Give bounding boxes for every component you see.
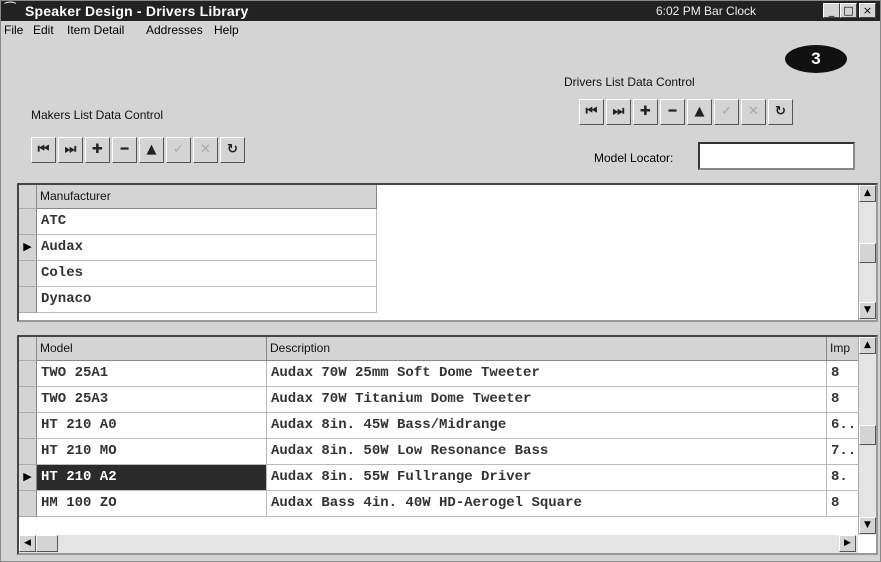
drivers-data-control: ⏮ ⏭ ✚ ━ ▲ ✓ ✕ ↻ xyxy=(579,99,793,127)
model-header[interactable]: Model xyxy=(37,337,267,361)
cancel-icon[interactable]: ✕ xyxy=(193,137,218,163)
model-locator-label: Model Locator: xyxy=(594,151,674,165)
app-window: ⁀ Speaker Design - Drivers Library 6:02 … xyxy=(0,0,881,562)
scroll-thumb[interactable] xyxy=(859,425,876,445)
cancel-icon[interactable]: ✕ xyxy=(741,99,766,125)
list-item[interactable]: ATC xyxy=(37,209,377,235)
drivers-vertical-scrollbar[interactable]: ▲ ▼ xyxy=(858,337,876,535)
last-record-icon[interactable]: ⏭ xyxy=(606,99,631,125)
scroll-up-icon[interactable]: ▲ xyxy=(859,337,876,354)
first-record-icon[interactable]: ⏮ xyxy=(579,99,604,125)
scroll-thumb[interactable] xyxy=(859,243,876,263)
table-cell-imp[interactable]: 8 xyxy=(827,387,860,413)
row-selector[interactable] xyxy=(19,261,37,287)
table-cell-model[interactable]: HT 210 MO xyxy=(37,439,267,465)
row-selector[interactable]: ▶ xyxy=(19,465,37,491)
row-selector[interactable] xyxy=(19,387,37,413)
table-cell-model[interactable]: TWO 25A3 xyxy=(37,387,267,413)
delete-icon[interactable]: ━ xyxy=(112,137,137,163)
table-cell-model[interactable]: TWO 25A1 xyxy=(37,361,267,387)
drivers-grid: Model Description Imp TWO 25A1 Audax 70W… xyxy=(17,335,878,555)
drivers-horizontal-scrollbar[interactable]: ◀ ▶ xyxy=(19,535,858,553)
row-selector[interactable]: ▶ xyxy=(19,235,37,261)
makers-data-control: ⏮ ⏭ ✚ ━ ▲ ✓ ✕ ↻ xyxy=(31,137,245,165)
table-cell-description[interactable]: Audax 70W 25mm Soft Dome Tweeter xyxy=(267,361,827,387)
check-icon[interactable]: ✓ xyxy=(714,99,739,125)
scroll-left-icon[interactable]: ◀ xyxy=(19,535,36,552)
table-cell-imp[interactable]: 8 xyxy=(827,491,860,517)
list-item[interactable]: Dynaco xyxy=(37,287,377,313)
description-header[interactable]: Description xyxy=(267,337,827,361)
imp-header[interactable]: Imp xyxy=(827,337,860,361)
app-icon[interactable]: ⁀ xyxy=(5,3,15,18)
makers-grid: Manufacturer ATC ▶ Audax Coles Dynaco ▲ … xyxy=(17,183,878,322)
window-title: Speaker Design - Drivers Library xyxy=(25,3,249,19)
minimize-button[interactable]: _ xyxy=(823,3,840,18)
row-selector[interactable] xyxy=(19,209,37,235)
row-selector[interactable] xyxy=(19,287,37,313)
horizontal-scroll-thumb[interactable] xyxy=(36,535,58,552)
menu-bar: File Edit Item Detail Addresses Help xyxy=(1,21,880,41)
menu-file[interactable]: File xyxy=(4,23,23,37)
table-cell-imp[interactable]: 8 xyxy=(827,361,860,387)
row-selector[interactable] xyxy=(19,439,37,465)
delete-icon[interactable]: ━ xyxy=(660,99,685,125)
scroll-down-icon[interactable]: ▼ xyxy=(859,517,876,534)
table-cell-description[interactable]: Audax 70W Titanium Dome Tweeter xyxy=(267,387,827,413)
grid-corner xyxy=(19,337,37,361)
table-cell-model[interactable]: HT 210 A0 xyxy=(37,413,267,439)
model-locator-input[interactable] xyxy=(698,142,855,170)
table-cell-imp[interactable]: 8. xyxy=(827,465,860,491)
menu-item-detail[interactable]: Item Detail xyxy=(67,23,124,37)
refresh-icon[interactable]: ↻ xyxy=(220,137,245,163)
list-item[interactable]: Audax xyxy=(37,235,377,261)
last-record-icon[interactable]: ⏭ xyxy=(58,137,83,163)
table-cell-imp[interactable]: 6.. xyxy=(827,413,860,439)
makers-vertical-scrollbar[interactable]: ▲ ▼ xyxy=(858,185,876,320)
row-selector[interactable] xyxy=(19,413,37,439)
title-bar[interactable]: ⁀ Speaker Design - Drivers Library 6:02 … xyxy=(1,1,880,21)
scroll-up-icon[interactable]: ▲ xyxy=(859,185,876,202)
drivers-control-label: Drivers List Data Control xyxy=(564,75,695,89)
first-record-icon[interactable]: ⏮ xyxy=(31,137,56,163)
maximize-button[interactable]: □ xyxy=(840,3,857,18)
refresh-icon[interactable]: ↻ xyxy=(768,99,793,125)
step-badge: 3 xyxy=(785,45,847,73)
add-icon[interactable]: ✚ xyxy=(85,137,110,163)
scroll-right-icon[interactable]: ▶ xyxy=(839,535,856,552)
table-cell-description[interactable]: Audax 8in. 55W Fullrange Driver xyxy=(267,465,827,491)
list-item[interactable]: Coles xyxy=(37,261,377,287)
table-cell-description[interactable]: Audax Bass 4in. 40W HD-Aerogel Square xyxy=(267,491,827,517)
up-icon[interactable]: ▲ xyxy=(687,99,712,125)
makers-control-label: Makers List Data Control xyxy=(31,108,164,122)
menu-edit[interactable]: Edit xyxy=(33,23,54,37)
table-cell-description[interactable]: Audax 8in. 50W Low Resonance Bass xyxy=(267,439,827,465)
manufacturer-header[interactable]: Manufacturer xyxy=(37,185,377,209)
grid-corner xyxy=(19,185,37,209)
table-cell-model-selected[interactable]: HT 210 A2 xyxy=(37,465,267,491)
menu-addresses[interactable]: Addresses xyxy=(146,23,203,37)
add-icon[interactable]: ✚ xyxy=(633,99,658,125)
scroll-down-icon[interactable]: ▼ xyxy=(859,302,876,319)
table-cell-imp[interactable]: 7.. xyxy=(827,439,860,465)
close-button[interactable]: × xyxy=(859,3,876,18)
check-icon[interactable]: ✓ xyxy=(166,137,191,163)
row-selector[interactable] xyxy=(19,491,37,517)
up-icon[interactable]: ▲ xyxy=(139,137,164,163)
table-cell-model[interactable]: HM 100 ZO xyxy=(37,491,267,517)
clock-text: 6:02 PM Bar Clock xyxy=(656,4,757,18)
menu-help[interactable]: Help xyxy=(214,23,239,37)
row-selector[interactable] xyxy=(19,361,37,387)
table-cell-description[interactable]: Audax 8in. 45W Bass/Midrange xyxy=(267,413,827,439)
